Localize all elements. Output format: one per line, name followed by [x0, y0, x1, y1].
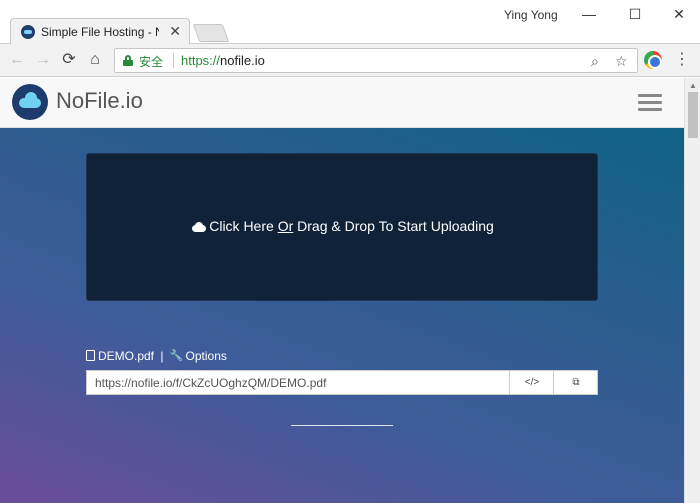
upload-prompt[interactable]: Click Here Or Drag & Drop To Start Uploa… — [87, 218, 599, 234]
wrench-icon: 🔧 — [169, 350, 184, 363]
options-link[interactable]: Options — [186, 349, 227, 363]
copy-link-button[interactable]: ⧉ — [553, 371, 598, 394]
forward-icon[interactable]: → — [32, 49, 54, 71]
upload-text-after: Drag & Drop To Start Uploading — [293, 218, 494, 234]
star-icon[interactable]: ☆ — [615, 52, 628, 70]
maximize-button[interactable]: ☐ — [620, 3, 650, 25]
omnibox-separator — [173, 53, 174, 68]
browser-toolbar: ← → ⟳ ⌂ 安全 https://nofile.io ⌕ ☆ ⋮ — [0, 44, 700, 77]
scroll-up-icon[interactable]: ▲ — [689, 81, 697, 90]
tab-title: Simple File Hosting - No — [41, 25, 159, 39]
upload-dropzone[interactable]: Click Here Or Drag & Drop To Start Uploa… — [86, 153, 598, 301]
secure-label[interactable]: 安全 — [139, 53, 163, 70]
profile-name[interactable]: Ying Yong — [504, 8, 558, 22]
home-icon[interactable]: ⌂ — [84, 49, 106, 71]
address-bar[interactable]: 安全 https://nofile.io ⌕ ☆ — [114, 48, 638, 73]
share-link-group: </> ⧉ — [86, 370, 598, 395]
url-host: nofile.io — [220, 53, 265, 68]
browser-titlebar: Simple File Hosting - No ✕ Ying Yong — ☐… — [0, 0, 700, 45]
back-icon[interactable]: ← — [6, 49, 28, 71]
hero-section: Click Here Or Drag & Drop To Start Uploa… — [0, 128, 684, 503]
extension-icon[interactable] — [644, 51, 662, 69]
meta-separator: | — [160, 348, 164, 363]
browser-tab[interactable]: Simple File Hosting - No ✕ — [10, 18, 190, 45]
page-scrollbar[interactable]: ▲ — [684, 78, 700, 503]
page-viewport: NoFile.io Click Here Or Drag & Drop To S… — [0, 78, 684, 503]
hamburger-menu-icon[interactable] — [638, 94, 662, 112]
favicon-icon — [21, 25, 35, 39]
site-logo-text[interactable]: NoFile.io — [56, 88, 143, 114]
scroll-thumb[interactable] — [688, 92, 698, 138]
pdf-file-icon — [86, 350, 95, 362]
site-header: NoFile.io — [0, 78, 684, 128]
share-link-input[interactable] — [87, 371, 509, 394]
new-tab-button[interactable] — [192, 24, 230, 42]
tab-close-icon[interactable]: ✕ — [169, 23, 181, 39]
upload-text-before: Click Here — [209, 218, 278, 234]
embed-code-button[interactable]: </> — [509, 371, 554, 394]
upload-text-or: Or — [277, 218, 294, 234]
logo-icon[interactable] — [12, 84, 48, 120]
lock-icon[interactable] — [123, 55, 133, 66]
cloud-upload-icon — [192, 222, 207, 232]
url-text[interactable]: https://nofile.io — [181, 53, 265, 68]
reload-icon[interactable]: ⟳ — [58, 49, 80, 71]
close-window-button[interactable]: ✕ — [664, 3, 694, 25]
zoom-icon[interactable]: ⌕ — [591, 52, 599, 70]
file-name-link[interactable]: DEMO.pdf — [98, 349, 154, 363]
menu-icon[interactable]: ⋮ — [672, 49, 692, 71]
url-scheme: https:// — [181, 53, 221, 68]
divider-line — [291, 425, 393, 426]
minimize-button[interactable]: — — [574, 3, 604, 25]
file-meta: DEMO.pdf | 🔧 Options — [86, 348, 227, 363]
